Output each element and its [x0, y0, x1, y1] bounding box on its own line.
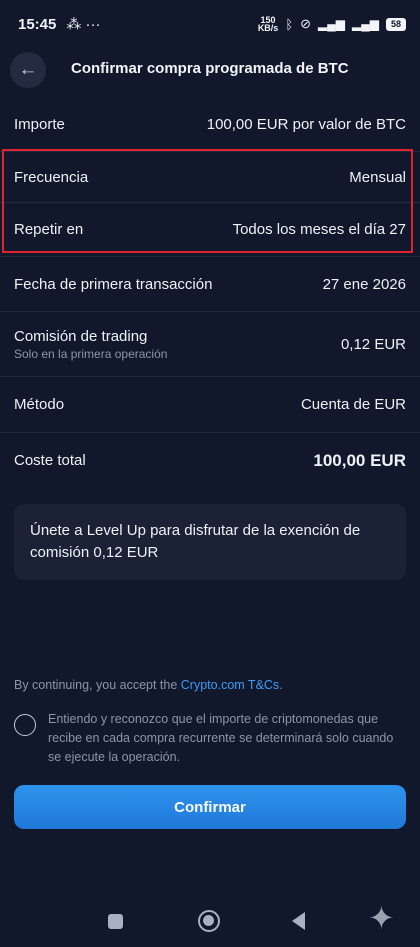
row-repetir: Repetir en Todos los meses el día 27 — [0, 203, 420, 257]
frecuencia-label: Frecuencia — [14, 168, 89, 186]
status-right: 150 KB/s ᛒ ⊘ ▂▄▆ ▂▄▆ 58 — [257, 16, 406, 33]
coste-label: Coste total — [14, 452, 86, 469]
metodo-label: Método — [14, 396, 65, 413]
consent-text: Entiendo y reconozco que el importe de c… — [48, 712, 394, 764]
level-up-promo[interactable]: Únete a Level Up para disfrutar de la ex… — [14, 504, 406, 580]
notification-icons: ⁂ ··· — [66, 16, 101, 33]
comision-sublabel: Solo en la primera operación — [14, 346, 168, 361]
signal-icon-2: ▂▄▆ — [352, 17, 379, 31]
importe-value: 100,00 EUR por valor de BTC — [206, 115, 406, 133]
row-metodo: Método Cuenta de EUR — [0, 377, 420, 433]
recent-apps-icon[interactable] — [108, 914, 123, 929]
bluetooth-icon: ᛒ — [285, 16, 294, 32]
confirm-button[interactable]: Confirmar — [14, 785, 406, 829]
battery-icon: 58 — [385, 17, 406, 31]
home-icon[interactable] — [198, 910, 220, 932]
status-time: 15:45 — [18, 15, 57, 33]
sparkle-icon[interactable]: ✦ — [368, 901, 395, 935]
terms-prefix: By continuing, you accept the — [14, 678, 181, 692]
fecha-value: 27 ene 2026 — [322, 275, 406, 293]
terms-suffix: . — [279, 678, 283, 692]
back-triangle-icon[interactable] — [292, 912, 305, 930]
terms-link[interactable]: Crypto.com T&Cs — [181, 678, 279, 692]
comision-label: Comisión de trading — [14, 327, 148, 345]
status-left: 15:45 ⁂ ··· — [18, 15, 101, 34]
coste-value: 100,00 EUR — [313, 450, 406, 470]
repetir-value: Todos los meses el día 27 — [232, 221, 406, 238]
system-nav-bar: ✦ — [0, 893, 420, 947]
terms-notice: By continuing, you accept the Crypto.com… — [14, 678, 283, 692]
page-title: Confirmar compra programada de BTC — [71, 60, 349, 77]
row-fecha: Fecha de primera transacción 27 ene 2026 — [0, 257, 420, 312]
arrow-left-icon: ← — [18, 59, 38, 80]
row-importe: Importe 100,00 EUR por valor de BTC — [0, 97, 420, 152]
row-comision: Comisión de trading Solo en la primera o… — [0, 312, 420, 377]
network-speed: 150 KB/s — [257, 16, 279, 33]
row-frecuencia: Frecuencia Mensual — [0, 152, 420, 203]
back-button[interactable]: ← — [10, 52, 46, 88]
status-bar: 15:45 ⁂ ··· 150 KB/s ᛒ ⊘ ▂▄▆ ▂▄▆ 58 — [0, 0, 420, 48]
comision-labels: Comisión de trading Solo en la primera o… — [14, 328, 167, 361]
fecha-label: Fecha de primera transacción — [14, 275, 213, 293]
page-header: ← Confirmar compra programada de BTC — [0, 48, 420, 92]
metodo-value: Cuenta de EUR — [300, 396, 406, 413]
row-coste-total: Coste total 100,00 EUR — [0, 433, 420, 488]
consent-row: Entiendo y reconozco que el importe de c… — [14, 710, 406, 767]
link-icon: ⊘ — [300, 16, 312, 31]
frecuencia-value: Mensual — [349, 168, 406, 186]
network-speed-unit: KB/s — [257, 23, 279, 33]
comision-value: 0,12 EUR — [340, 335, 406, 353]
importe-label: Importe — [14, 115, 65, 133]
repetir-label: Repetir en — [14, 221, 84, 238]
signal-icon: ▂▄▆ — [318, 17, 346, 31]
consent-checkbox[interactable] — [14, 714, 36, 736]
